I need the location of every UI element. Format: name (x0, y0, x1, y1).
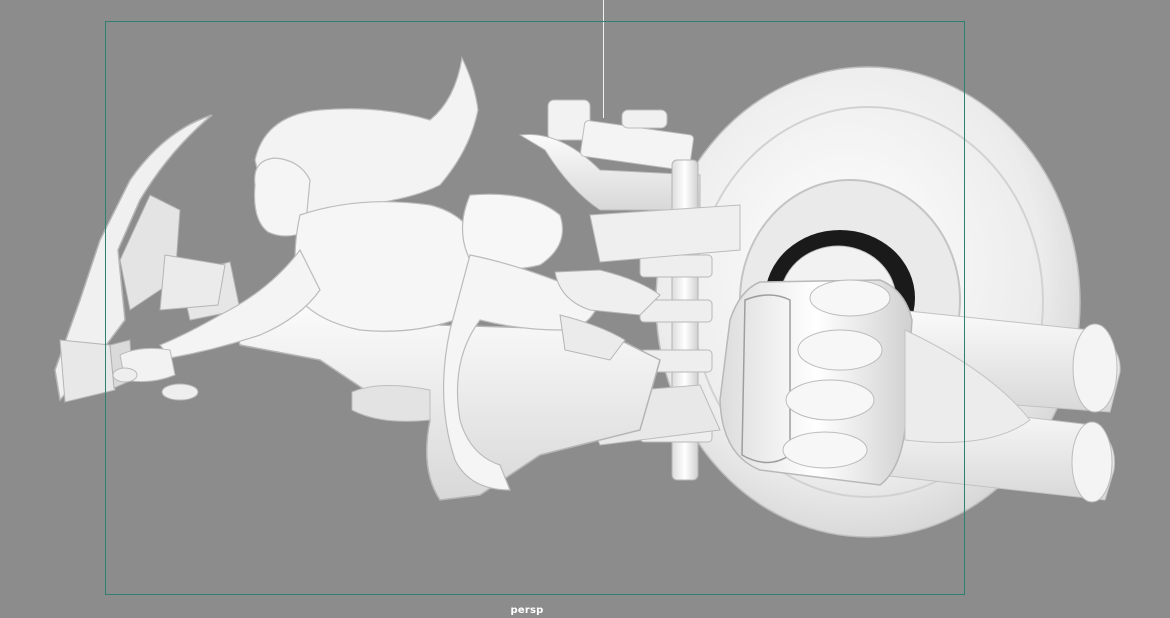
camera-name-label: persp (510, 605, 544, 616)
scene-render[interactable] (0, 0, 1170, 618)
manipulator-line (603, 0, 604, 118)
perspective-viewport[interactable]: persp (0, 0, 1170, 618)
